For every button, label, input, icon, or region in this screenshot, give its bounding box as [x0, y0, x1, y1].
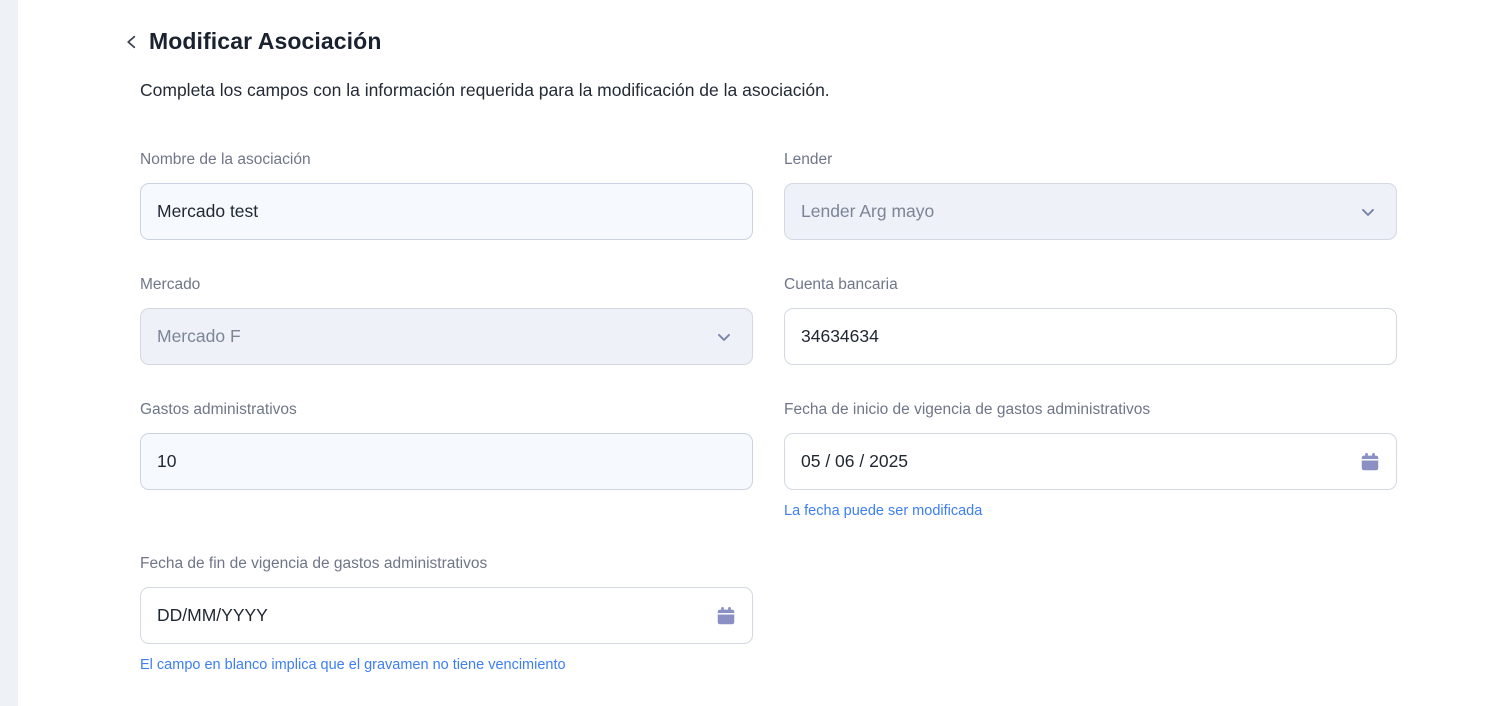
- lender-label: Lender: [784, 151, 1397, 169]
- end-date-input[interactable]: [140, 587, 753, 644]
- field-end-date: Fecha de fin de vigencia de gastos admin…: [140, 555, 753, 673]
- field-start-date: Fecha de inicio de vigencia de gastos ad…: [784, 401, 1397, 519]
- lender-selected-value: Lender Arg mayo: [801, 201, 934, 222]
- back-button[interactable]: [122, 32, 142, 52]
- end-date-helper: El campo en blanco implica que el gravam…: [140, 657, 753, 673]
- association-form: Nombre de la asociación Lender Lender Ar…: [140, 151, 1489, 673]
- sidebar-edge: [0, 0, 18, 706]
- page-header: Modificar Asociación: [122, 28, 1489, 55]
- calendar-icon[interactable]: [714, 604, 738, 628]
- modify-association-page: Modificar Asociación Completa los campos…: [122, 0, 1489, 673]
- end-date-label: Fecha de fin de vigencia de gastos admin…: [140, 555, 753, 573]
- admin-expenses-input[interactable]: [140, 433, 753, 490]
- field-bank-account: Cuenta bancaria: [784, 276, 1397, 365]
- chevron-left-icon: [123, 33, 141, 51]
- market-selected-value: Mercado F: [157, 326, 241, 347]
- lender-select[interactable]: Lender Arg mayo: [784, 183, 1397, 240]
- bank-account-label: Cuenta bancaria: [784, 276, 1397, 294]
- calendar-icon[interactable]: [1358, 450, 1382, 474]
- field-market: Mercado Mercado F: [140, 276, 753, 365]
- field-lender: Lender Lender Arg mayo: [784, 151, 1397, 240]
- bank-account-input[interactable]: [784, 308, 1397, 365]
- market-select[interactable]: Mercado F: [140, 308, 753, 365]
- chevron-down-icon: [1358, 202, 1378, 222]
- field-admin-expenses: Gastos administrativos: [140, 401, 753, 490]
- page-subtitle: Completa los campos con la información r…: [140, 77, 885, 104]
- field-association-name: Nombre de la asociación: [140, 151, 753, 240]
- admin-expenses-label: Gastos administrativos: [140, 401, 753, 419]
- market-label: Mercado: [140, 276, 753, 294]
- association-name-input[interactable]: [140, 183, 753, 240]
- start-date-helper: La fecha puede ser modificada: [784, 503, 1397, 519]
- chevron-down-icon: [714, 327, 734, 347]
- start-date-input[interactable]: [784, 433, 1397, 490]
- page-title: Modificar Asociación: [149, 28, 381, 55]
- association-name-label: Nombre de la asociación: [140, 151, 753, 169]
- start-date-label: Fecha de inicio de vigencia de gastos ad…: [784, 401, 1397, 419]
